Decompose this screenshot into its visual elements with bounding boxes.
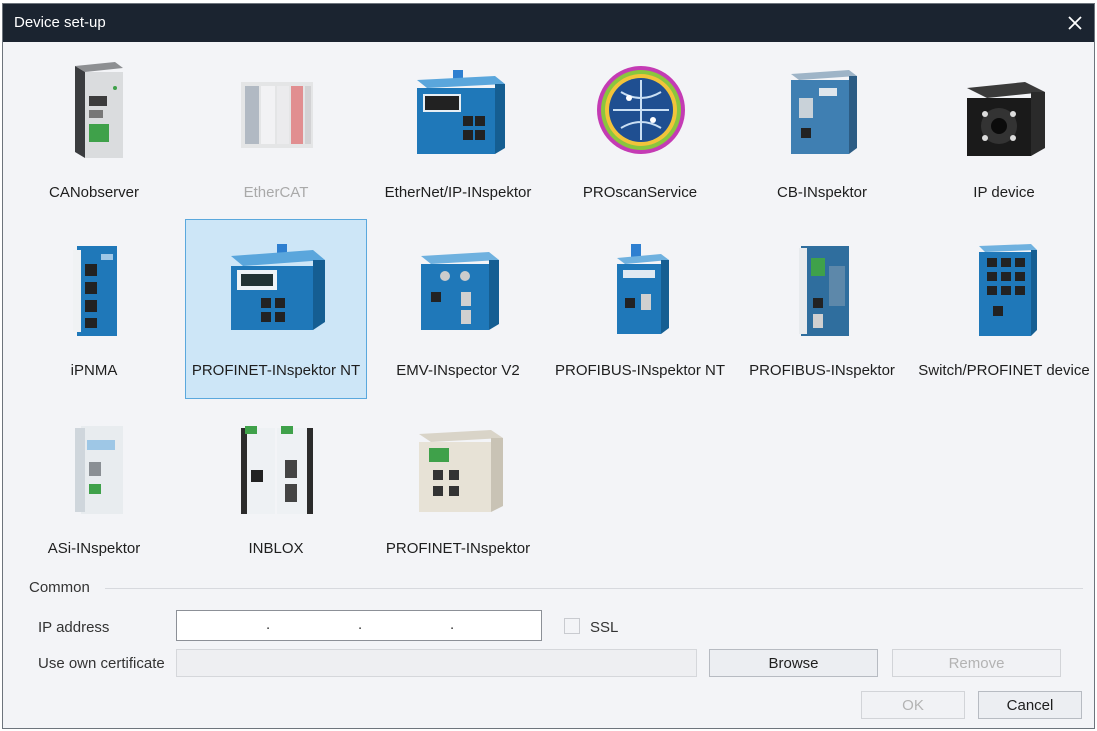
device-tile-ip-device[interactable]: IP device	[913, 47, 1095, 225]
device-label: PROFINET-INspektor NT	[191, 362, 361, 379]
asi-inspektor-device-icon	[45, 414, 145, 524]
profinet-inspektor-device-icon	[409, 414, 509, 524]
device-label: PROFIBUS-INspektor NT	[554, 362, 726, 379]
device-label: EtherNet/IP-INspektor	[384, 184, 532, 201]
profibus-inspektor-device-icon	[773, 236, 873, 346]
canobserver-device-icon	[45, 58, 145, 168]
ssl-label: SSL	[590, 619, 619, 636]
device-label: IP device	[973, 184, 1035, 201]
device-tile-proscanservice[interactable]: PROscanService	[549, 47, 731, 225]
inblox-device-icon	[227, 414, 327, 524]
ip-address-label: IP address	[38, 619, 110, 636]
device-tile-ethernetip-inspektor[interactable]: EtherNet/IP-INspektor	[367, 47, 549, 225]
ethernetip-inspektor-device-icon	[409, 58, 509, 168]
device-setup-dialog: Device set-up CANobserver EtherCAT Ether…	[2, 3, 1095, 729]
device-label: PROFIBUS-INspektor	[749, 362, 895, 379]
device-tile-profinet-inspektor-nt[interactable]: PROFINET-INspektor NT	[185, 219, 367, 399]
profibus-inspektor-nt-device-icon	[591, 236, 691, 346]
device-tile-emv-inspector-v2[interactable]: EMV-INspector V2	[367, 225, 549, 403]
remove-button[interactable]: Remove	[892, 649, 1061, 677]
profinet-inspektor-nt-device-icon	[227, 236, 327, 346]
device-tile-ethercat[interactable]: EtherCAT	[185, 47, 367, 225]
device-label: CB-INspektor	[776, 184, 868, 201]
ip-address-input[interactable]: . . .	[176, 610, 542, 641]
switch-profinet-device-icon	[955, 236, 1055, 346]
device-label: CANobserver	[48, 184, 140, 201]
browse-button[interactable]: Browse	[709, 649, 878, 677]
device-label: ASi-INspektor	[47, 540, 141, 557]
device-tile-profibus-inspektor-nt[interactable]: PROFIBUS-INspektor NT	[549, 225, 731, 403]
close-icon	[1068, 16, 1082, 30]
device-label: EMV-INspector V2	[396, 362, 520, 379]
ipnma-device-icon	[45, 236, 145, 346]
device-tile-profibus-inspektor[interactable]: PROFIBUS-INspektor	[731, 225, 913, 403]
ip-device-camera-icon	[955, 58, 1055, 168]
device-label: Switch/PROFINET device	[918, 362, 1090, 379]
device-tile-inblox[interactable]: INBLOX	[185, 403, 367, 581]
title-bar: Device set-up	[3, 4, 1094, 42]
cb-inspektor-device-icon	[773, 58, 873, 168]
window-title: Device set-up	[14, 14, 106, 31]
device-label: EtherCAT	[243, 184, 309, 201]
emv-inspector-v2-device-icon	[409, 236, 509, 346]
ip-separator: .	[450, 616, 455, 633]
device-tile-switch-profinet[interactable]: Switch/PROFINET device	[913, 225, 1095, 403]
proscanservice-globe-icon	[591, 58, 691, 168]
device-tile-cb-inspektor[interactable]: CB-INspektor	[731, 47, 913, 225]
device-label: INBLOX	[248, 540, 304, 557]
use-own-certificate-label: Use own certificate	[38, 655, 165, 672]
device-label: PROFINET-INspektor	[385, 540, 531, 557]
device-tile-asi-inspektor[interactable]: ASi-INspektor	[3, 403, 185, 581]
common-section-label: Common	[29, 579, 90, 596]
section-divider	[105, 588, 1083, 589]
ok-button[interactable]: OK	[861, 691, 965, 719]
ip-separator: .	[266, 616, 271, 633]
device-label: iPNMA	[70, 362, 118, 379]
device-tile-profinet-inspektor[interactable]: PROFINET-INspektor	[367, 403, 549, 581]
ethercat-device-icon	[227, 58, 327, 168]
device-tile-ipnma[interactable]: iPNMA	[3, 225, 185, 403]
close-button[interactable]	[1060, 8, 1090, 38]
certificate-path-field	[176, 649, 697, 677]
ssl-checkbox[interactable]	[564, 618, 580, 634]
device-tile-canobserver[interactable]: CANobserver	[3, 47, 185, 225]
ip-separator: .	[358, 616, 363, 633]
device-label: PROscanService	[582, 184, 698, 201]
cancel-button[interactable]: Cancel	[978, 691, 1082, 719]
